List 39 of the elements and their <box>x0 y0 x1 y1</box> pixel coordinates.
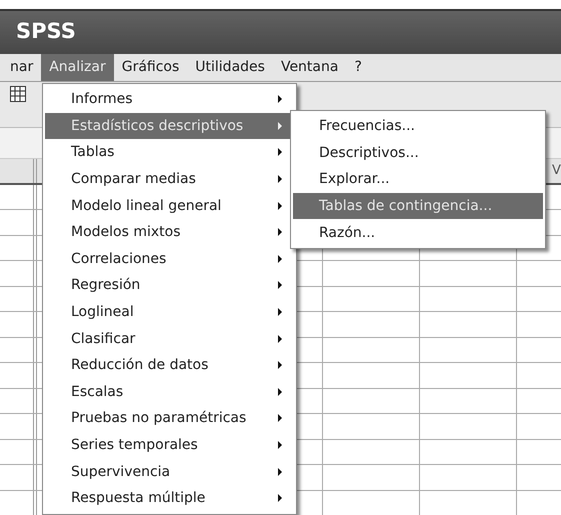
submenu-arrow-icon <box>278 308 282 316</box>
submenu-arrow-icon <box>278 281 282 290</box>
menu-item[interactable]: Descriptivos... <box>293 140 543 166</box>
submenu-arrow-icon <box>278 468 282 476</box>
menu-item[interactable]: Clasificar <box>45 325 294 352</box>
menu-item[interactable]: Series temporales <box>45 432 294 458</box>
menu-bar-item[interactable]: nar <box>2 54 42 81</box>
window-title: SPSS <box>16 19 76 43</box>
submenu-arrow-icon <box>278 441 282 450</box>
submenu-arrow-icon <box>278 414 282 422</box>
menu-item[interactable]: Frecuencias... <box>293 113 543 140</box>
menu-item[interactable]: Explorar... <box>293 166 543 193</box>
submenu-arrow-icon <box>278 202 282 210</box>
menu-bar-item[interactable]: Gráficos <box>114 54 188 81</box>
submenu-arrow-icon <box>278 175 282 184</box>
table-icon[interactable] <box>10 86 26 102</box>
submenu-arrow-icon <box>278 228 282 236</box>
menu-bar-item[interactable]: Utilidades <box>187 54 273 81</box>
submenu-arrow-icon <box>278 334 282 343</box>
menu-item[interactable]: Tablas de contingencia... <box>293 192 543 220</box>
menu-item[interactable]: Reducción de datos <box>45 352 294 379</box>
submenu-arrow-icon <box>278 122 282 130</box>
menu-bar-item[interactable]: ? <box>346 54 370 81</box>
submenu-arrow-icon <box>278 388 282 396</box>
submenu-arrow-icon <box>278 494 282 502</box>
menu-item[interactable]: Pruebas no paramétricas <box>45 405 294 432</box>
submenu-arrow-icon <box>278 95 282 104</box>
submenu-arrow-icon <box>278 361 282 370</box>
menu-bar-item[interactable]: Ventana <box>272 54 346 81</box>
menu-item[interactable]: Respuesta múltiple <box>45 484 294 512</box>
menu-item[interactable]: Loglineal <box>45 298 294 326</box>
menu-bar-item[interactable]: Analizar <box>41 54 114 81</box>
menu-item[interactable]: Razón... <box>293 219 543 246</box>
menu-item[interactable]: Supervivencia <box>45 458 294 485</box>
menu-item[interactable]: Escalas <box>45 378 294 406</box>
submenu-arrow-icon <box>278 148 282 156</box>
column-header: V <box>552 163 561 178</box>
submenu-arrow-icon <box>278 254 282 263</box>
menu-item[interactable]: Regresión <box>45 272 294 299</box>
